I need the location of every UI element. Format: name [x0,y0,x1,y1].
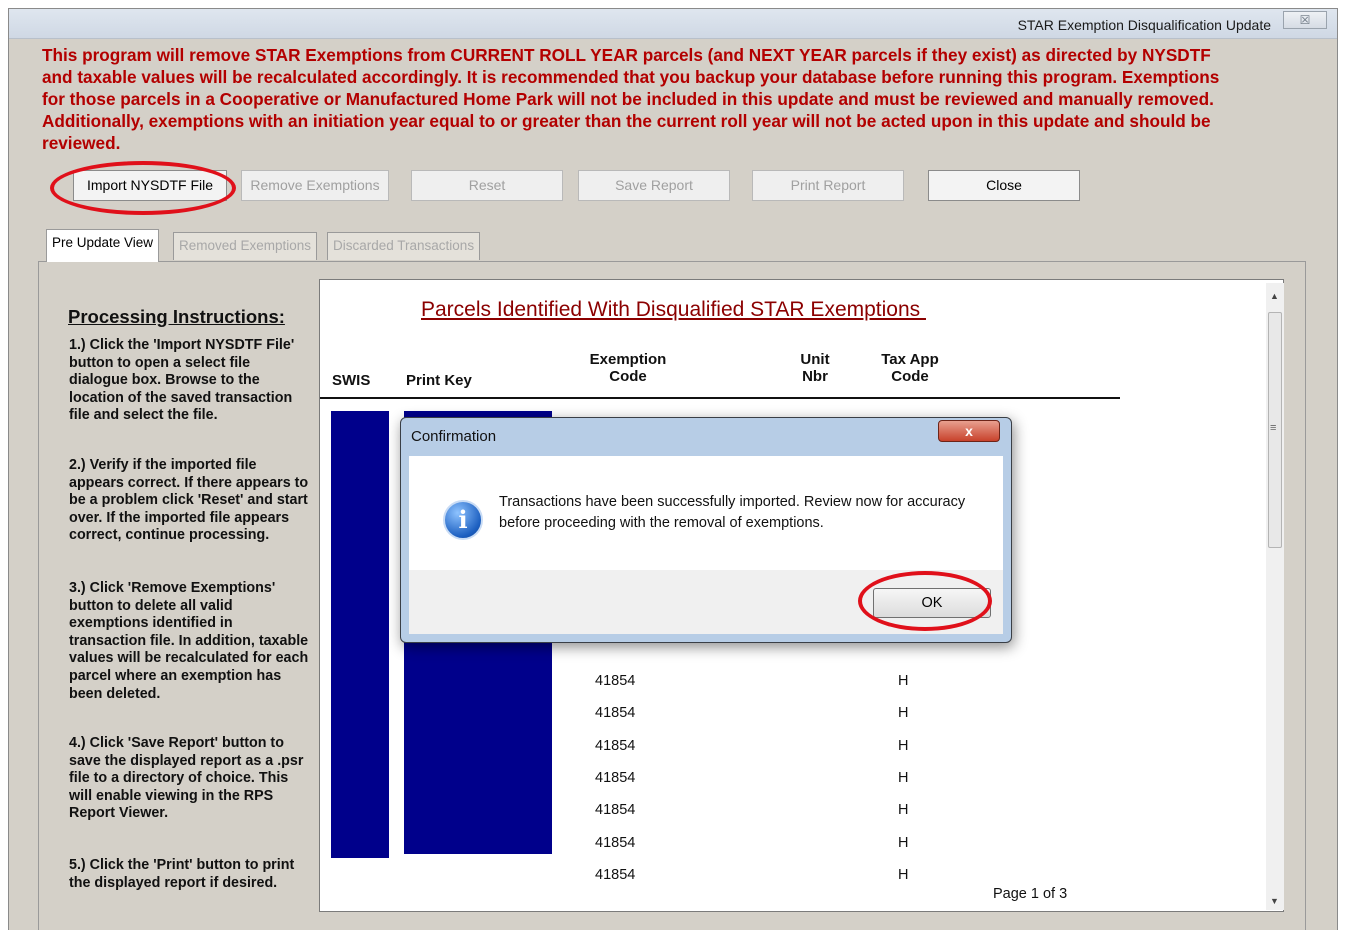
reset-button[interactable]: Reset [411,170,563,201]
dialog-close-button[interactable]: x [938,420,1000,442]
scroll-down-icon[interactable]: ▼ [1270,896,1279,906]
scroll-grip-icon: ≡ [1270,422,1277,434]
close-button[interactable]: Close [928,170,1080,201]
row-exemption-code: 41854 [595,866,636,883]
report-title: Parcels Identified With Disqualified STA… [421,298,926,321]
row-exemption-code: 41854 [595,834,636,851]
highlight-ring-import [50,161,236,215]
header-rule [320,397,1120,399]
intro-warning-text: This program will remove STAR Exemptions… [42,45,1220,153]
instruction-step-4: 4.) Click 'Save Report' button to save t… [69,735,304,822]
header-print-key: Print Key [406,372,472,389]
row-tax-app-code: H [898,673,909,689]
tab-discarded-transactions[interactable]: Discarded Transactions [327,232,481,260]
instruction-step-2: 2.) Verify if the imported file appears … [69,457,309,544]
row-exemption-code: 41854 [595,769,636,786]
highlight-ring-ok [858,571,992,631]
scroll-up-icon[interactable]: ▲ [1270,291,1279,301]
page-indicator: Page 1 of 3 [993,886,1068,902]
row-exemption-code: 41854 [595,737,636,754]
instruction-step-5: 5.) Click the 'Print' button to print th… [69,857,295,891]
dialog-title: Confirmation [411,428,497,445]
tab-removed-exemptions[interactable]: Removed Exemptions [173,232,318,260]
redacted-swis-block [331,411,389,858]
dialog-message: Transactions have been successfully impo… [499,494,966,531]
header-exemption-code: Exemption Code [589,351,667,385]
instruction-step-3: 3.) Click 'Remove Exemptions' button to … [69,580,309,702]
row-tax-app-code: H [898,834,909,851]
row-tax-app-code: H [898,769,909,786]
tab-pre-update-view[interactable]: Pre Update View [46,229,160,262]
instructions-title: Processing Instructions: [68,306,285,327]
row-exemption-code: 41854 [595,673,636,689]
remove-exemptions-button[interactable]: Remove Exemptions [241,170,389,201]
header-tax-app-code: Tax App Code [881,351,939,385]
row-tax-app-code: H [898,866,909,883]
row-tax-app-code: H [898,737,909,754]
save-report-button[interactable]: Save Report [578,170,730,201]
dialog-body: i Transactions have been successfully im… [409,456,1003,570]
window-title: STAR Exemption Disqualification Update [1017,17,1271,33]
info-icon: i [443,500,483,540]
instruction-step-1: 1.) Click the 'Import NYSDTF File' butto… [69,337,295,424]
header-swis: SWIS [332,372,371,389]
print-report-button[interactable]: Print Report [752,170,904,201]
window-close-button[interactable]: ☒ [1283,11,1327,29]
row-exemption-code: 41854 [595,705,636,722]
row-tax-app-code: H [898,802,909,819]
row-exemption-code: 41854 [595,802,636,819]
header-unit-nbr: Unit Nbr [800,351,830,385]
row-tax-app-code: H [898,705,909,722]
title-bar: STAR Exemption Disqualification Update ☒ [9,9,1337,39]
